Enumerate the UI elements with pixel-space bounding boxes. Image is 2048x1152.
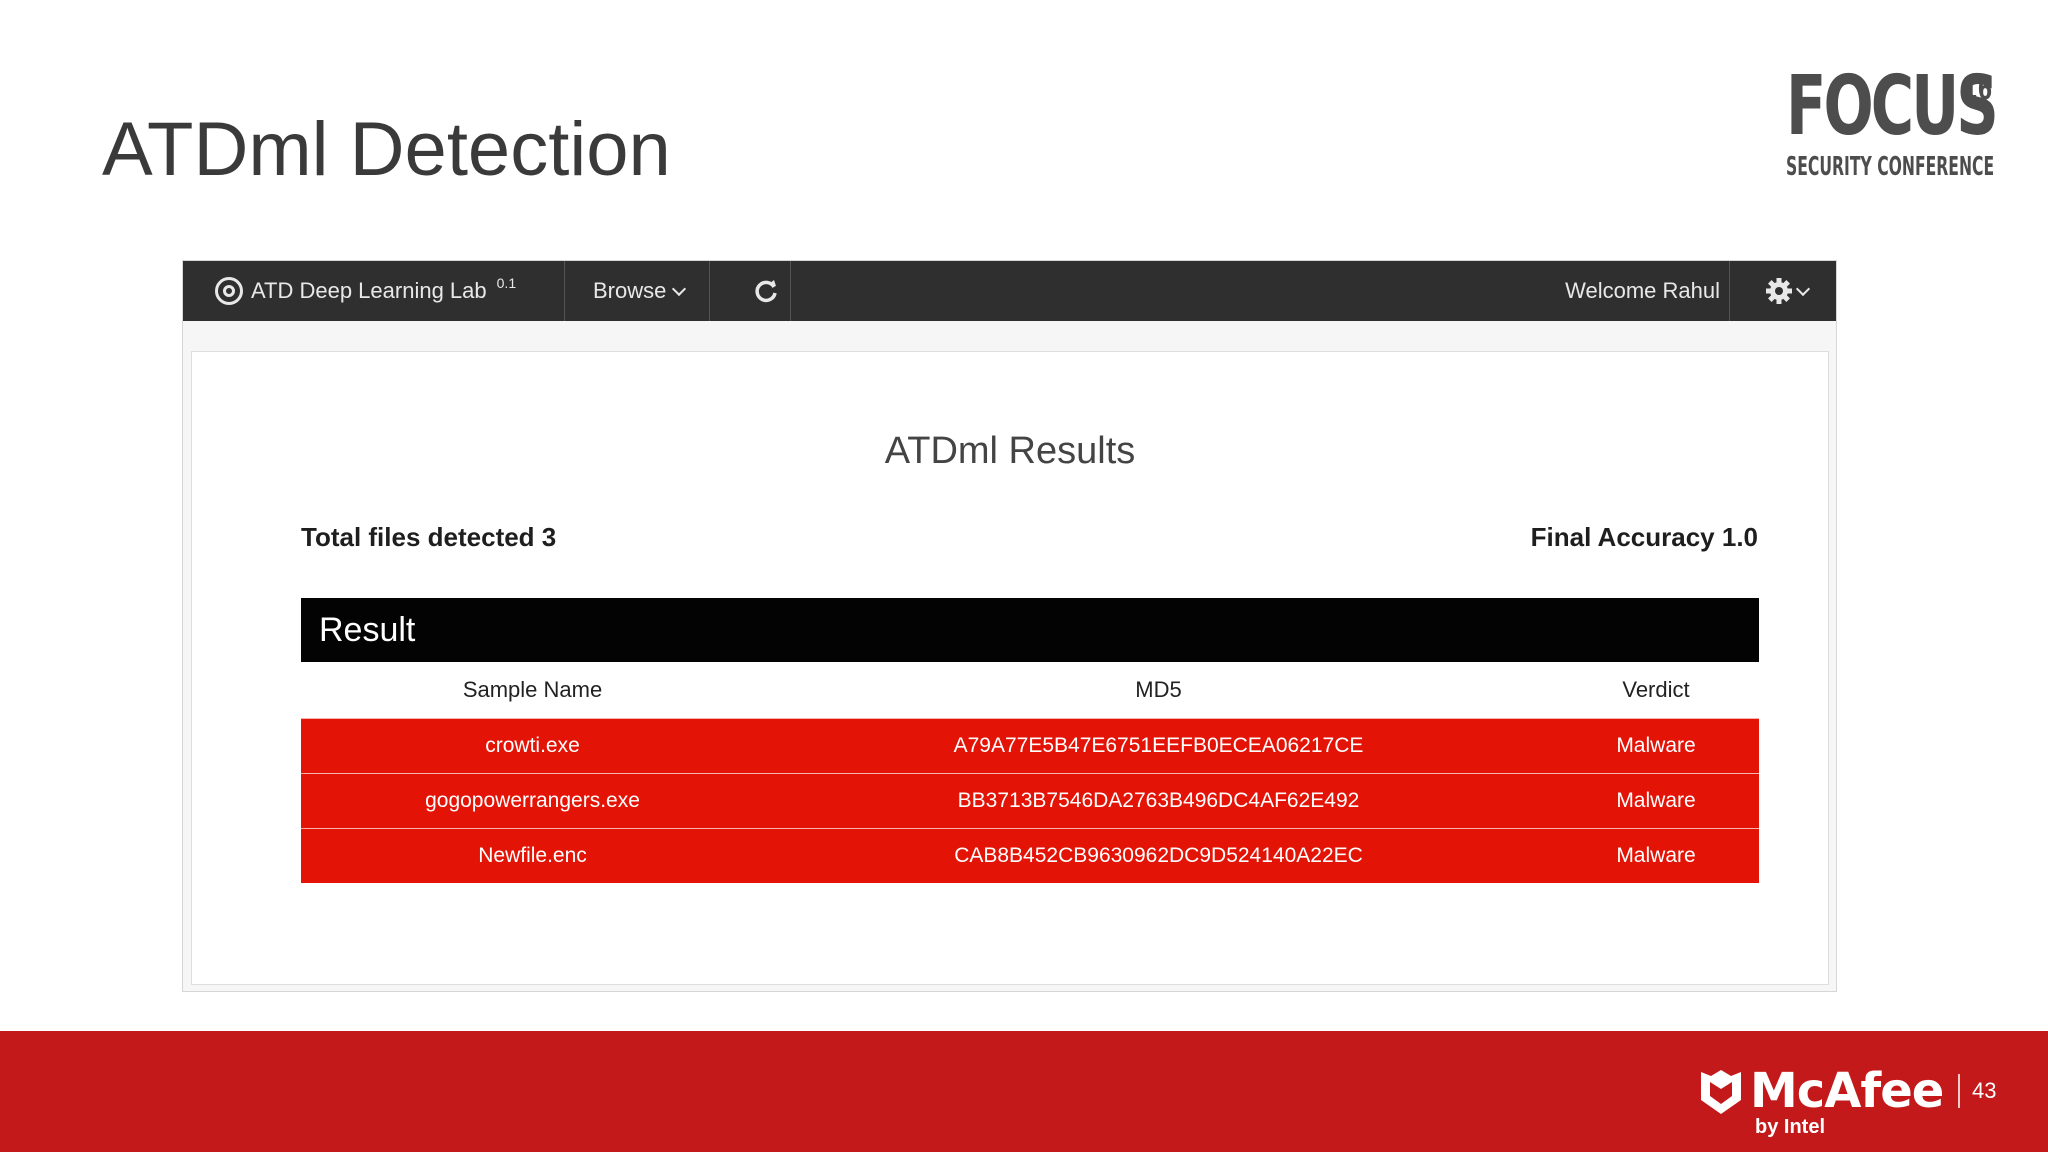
brand-version: 0.1 [496, 275, 517, 291]
verdict-cell: Malware [1552, 718, 1759, 774]
mcafee-shield-icon [1701, 1070, 1741, 1114]
mcafee-byline: by Intel [1755, 1116, 1826, 1138]
gear-icon [1766, 278, 1792, 304]
target-icon [215, 277, 243, 305]
nav-divider [709, 261, 710, 321]
chevron-down-icon [1795, 281, 1811, 297]
brand-name: ATD Deep Learning Lab [251, 278, 487, 303]
total-files-stat: Total files detected 3 [301, 522, 557, 552]
browse-dropdown[interactable]: Browse [593, 261, 687, 321]
result-header-label: Result [319, 610, 416, 649]
md5-cell: A79A77E5B47E6751EEFB0ECEA06217CE [764, 718, 1553, 774]
nav-divider [790, 261, 791, 321]
brand-link[interactable]: ATD Deep Learning Lab 0.1 [215, 261, 516, 321]
top-navbar: ATD Deep Learning Lab 0.1 Browse Welcome … [183, 261, 1836, 321]
table-row[interactable]: crowti.exe A79A77E5B47E6751EEFB0ECEA0621… [301, 718, 1759, 774]
focus-conference-logo: FOCUS 16 SECURITY CONFERENCE [1786, 66, 1999, 186]
nav-divider [1729, 261, 1730, 321]
md5-cell: CAB8B452CB9630962DC9D524140A22EC [764, 828, 1553, 883]
results-table: Sample Name MD5 Verdict crowti.exe A79A7… [301, 662, 1759, 883]
settings-menu[interactable] [1764, 261, 1811, 321]
sample-name-cell: gogopowerrangers.exe [301, 773, 765, 829]
column-header-verdict[interactable]: Verdict [1553, 662, 1759, 719]
refresh-icon [755, 280, 777, 303]
column-header-sample-name[interactable]: Sample Name [301, 662, 764, 719]
result-header-bar: Result [301, 598, 1759, 662]
nav-divider [564, 261, 565, 321]
table-row[interactable]: Newfile.enc CAB8B452CB9630962DC9D524140A… [301, 828, 1759, 883]
slide-title: ATDml Detection [102, 107, 671, 192]
sample-name-cell: Newfile.enc [301, 828, 765, 883]
sample-name-cell: crowti.exe [301, 718, 765, 774]
focus-logo-edition: 16 [1963, 72, 1993, 107]
focus-logo-subtitle: SECURITY CONFERENCE [1786, 152, 1995, 182]
app-screenshot: ATD Deep Learning Lab 0.1 Browse Welcome … [182, 260, 1837, 992]
table-row[interactable]: gogopowerrangers.exe BB3713B7546DA2763B4… [301, 773, 1759, 829]
verdict-cell: Malware [1552, 773, 1759, 829]
md5-cell: BB3713B7546DA2763B496DC4AF62E492 [764, 773, 1553, 829]
table-header-row: Sample Name MD5 Verdict [301, 662, 1759, 719]
column-header-md5[interactable]: MD5 [764, 662, 1553, 719]
page-number: 43 [1972, 1078, 1997, 1103]
mcafee-logo: McAfee [1698, 1063, 1944, 1119]
footer-divider [1958, 1074, 1960, 1108]
welcome-user[interactable]: Welcome Rahul [1565, 261, 1720, 321]
results-panel: ATDml Results Total files detected 3 Fin… [191, 351, 1829, 985]
accuracy-stat: Final Accuracy 1.0 [1530, 522, 1758, 552]
browse-label: Browse [593, 278, 667, 303]
chevron-down-icon [672, 281, 687, 297]
mcafee-wordmark: McAfee [1750, 1063, 1944, 1119]
refresh-button[interactable] [736, 261, 796, 321]
results-title: ATDml Results [884, 430, 1136, 472]
verdict-cell: Malware [1552, 828, 1759, 883]
